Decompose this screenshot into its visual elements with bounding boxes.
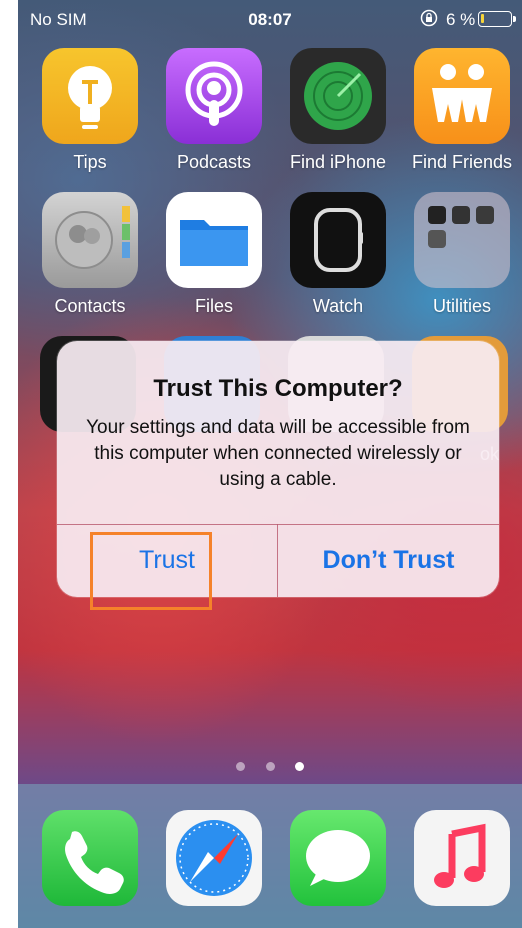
contacts-icon xyxy=(42,192,138,288)
status-bar: No SIM 08:07 6 % xyxy=(18,0,522,40)
tips-icon xyxy=(42,48,138,144)
alert-title: Trust This Computer? xyxy=(153,375,403,402)
app-tips[interactable]: Tips xyxy=(40,48,140,173)
page-dot xyxy=(236,762,246,771)
safari-icon[interactable] xyxy=(166,810,262,906)
page-dot-active xyxy=(294,762,304,771)
find-friends-icon xyxy=(414,48,510,144)
app-label: Utilities xyxy=(432,296,491,316)
battery-icon xyxy=(478,11,516,27)
home-screen: No SIM 08:07 6 % Tips Podcasts Find iPho… xyxy=(18,0,522,928)
alert-message: Your settings and data will be accessibl… xyxy=(86,417,470,490)
watch-icon xyxy=(290,192,386,288)
find-iphone-icon xyxy=(290,48,386,144)
app-label: Find iPhone xyxy=(289,152,387,172)
page-indicator[interactable] xyxy=(18,758,522,776)
battery-percentage: 6 % xyxy=(446,10,476,29)
app-find-friends[interactable]: Find Friends xyxy=(412,48,512,173)
podcasts-icon xyxy=(166,48,262,144)
music-icon[interactable] xyxy=(414,810,510,906)
utilities-folder-icon xyxy=(414,192,510,288)
app-label: Podcasts xyxy=(176,152,252,172)
app-utilities-folder[interactable]: Utilities xyxy=(412,192,512,317)
app-label: Watch xyxy=(312,296,364,316)
app-files[interactable]: Files xyxy=(164,192,264,317)
app-contacts[interactable]: Contacts xyxy=(40,192,140,317)
app-label: Tips xyxy=(73,152,107,172)
app-label: Files xyxy=(194,296,233,316)
page-dot xyxy=(265,762,275,771)
phone-icon[interactable] xyxy=(42,810,138,906)
files-icon xyxy=(166,192,262,288)
trust-button[interactable]: Trust xyxy=(57,524,277,597)
app-find-iphone[interactable]: Find iPhone xyxy=(288,48,388,173)
dock xyxy=(18,784,522,928)
app-podcasts[interactable]: Podcasts xyxy=(164,48,264,173)
app-label: Find Friends xyxy=(412,152,513,172)
dont-trust-button[interactable]: Don’t Trust xyxy=(278,524,499,597)
rotation-lock-icon xyxy=(420,9,438,27)
trust-computer-alert: Trust This Computer? Your settings and d… xyxy=(57,341,499,597)
app-watch[interactable]: Watch xyxy=(288,192,388,317)
app-label: Contacts xyxy=(54,296,126,316)
messages-icon[interactable] xyxy=(290,810,386,906)
